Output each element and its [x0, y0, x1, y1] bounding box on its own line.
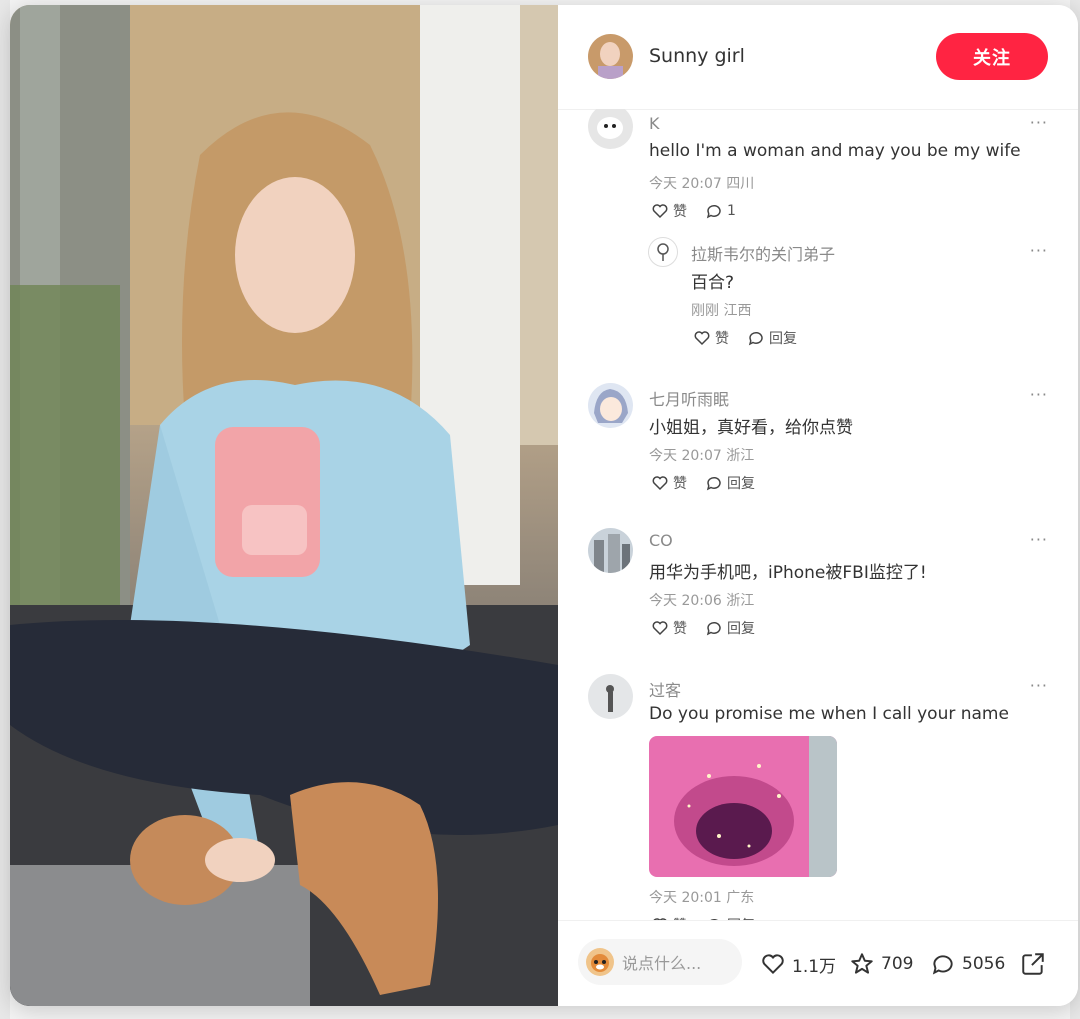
more-icon[interactable]: ···	[1030, 530, 1048, 549]
reply-action[interactable]: 回复	[747, 328, 797, 348]
share-icon	[1022, 953, 1044, 975]
comment-meta: 今天 20:01 广东	[649, 890, 755, 906]
heart-icon	[652, 476, 668, 491]
reply-text: 百合?	[691, 273, 735, 293]
wall-right	[520, 5, 558, 445]
star-icon	[851, 953, 873, 974]
more-icon[interactable]: ···	[1030, 385, 1048, 404]
heart-icon	[694, 331, 710, 346]
comment-username[interactable]: 七月听雨眠	[649, 386, 729, 410]
more-icon[interactable]: ···	[1030, 241, 1048, 260]
comment-icon	[706, 204, 721, 219]
reply-label: 回复	[727, 621, 755, 637]
engagement-bar: 说点什么... 1.1万 709 5056	[558, 920, 1078, 1006]
collect-button[interactable]: 709	[849, 951, 913, 977]
reply-action[interactable]: 回复	[705, 473, 755, 493]
comment-icon	[748, 331, 763, 346]
like-action[interactable]: 赞	[651, 473, 687, 493]
avatar-image	[657, 243, 669, 261]
like-action[interactable]: 赞	[651, 201, 687, 221]
comment-text: 小姐姐，真好看，给你点赞	[649, 418, 853, 438]
like-count: 1.1万	[792, 956, 837, 977]
comment-actions: 赞 回复	[651, 473, 755, 493]
more-icon[interactable]: ···	[1030, 676, 1048, 695]
comment-image[interactable]	[649, 736, 837, 877]
reply-avatar[interactable]	[648, 237, 678, 267]
reply-action[interactable]: 回复	[705, 618, 755, 638]
comment-input[interactable]: 说点什么...	[578, 939, 742, 985]
comment-actions: 赞 1	[651, 201, 736, 221]
reply-action[interactable]: 1	[705, 202, 736, 220]
like-button[interactable]: 1.1万	[760, 951, 836, 977]
follow-button[interactable]: 关注	[936, 33, 1048, 80]
background-feed-edge	[0, 0, 10, 1019]
share-button[interactable]	[1020, 951, 1046, 977]
comment-avatar[interactable]	[588, 109, 633, 149]
user-avatar	[586, 948, 614, 976]
reply-label: 回复	[769, 331, 797, 347]
comment-avatar[interactable]	[588, 528, 633, 573]
comment-list: K ··· hello I'm a woman and may you be m…	[558, 109, 1078, 921]
like-label: 赞	[673, 476, 687, 492]
avatar-image	[588, 383, 633, 428]
comment-meta: 今天 20:07 浙江	[649, 448, 755, 464]
reply-label: 1	[727, 203, 736, 219]
comment-username[interactable]: 过客	[649, 677, 681, 701]
comment-meta: 今天 20:06 浙江	[649, 593, 755, 609]
reply-label: 回复	[727, 476, 755, 492]
comment-button[interactable]: 5056	[930, 951, 1005, 977]
avatar-image	[588, 674, 633, 719]
like-label: 赞	[673, 204, 687, 220]
reply-actions: 赞 回复	[693, 328, 797, 348]
comment-avatar[interactable]	[588, 383, 633, 428]
author-header: Sunny girl 关注	[558, 5, 1078, 110]
comment-avatar[interactable]	[588, 674, 633, 719]
comment-input-placeholder: 说点什么...	[622, 954, 702, 973]
comment-text: 用华为手机吧，iPhone被FBI监控了!	[649, 563, 927, 583]
avatar-image	[588, 109, 633, 149]
phone-grip	[242, 505, 307, 555]
reply-username[interactable]: 拉斯韦尔的关门弟子	[691, 241, 835, 265]
comment-icon	[706, 621, 721, 636]
author-avatar[interactable]	[588, 34, 633, 79]
like-action[interactable]: 赞	[693, 328, 729, 348]
comment-username[interactable]: K	[649, 114, 660, 133]
reply-meta: 刚刚 江西	[691, 303, 752, 319]
note-photo[interactable]	[10, 5, 558, 1006]
collect-count: 709	[881, 954, 914, 974]
note-detail-modal: Sunny girl 关注 K ··· hello I'm a woman an…	[10, 5, 1078, 1006]
comment-actions: 赞 回复	[651, 618, 755, 638]
like-label: 赞	[673, 621, 687, 637]
heart-icon	[652, 204, 668, 219]
avatar-image	[586, 948, 614, 976]
comment-username[interactable]: CO	[649, 531, 673, 550]
outdoor-greenery	[10, 285, 120, 615]
author-name[interactable]: Sunny girl	[649, 45, 745, 67]
comment-count: 5056	[962, 954, 1006, 974]
comment-text: Do you promise me when I call your name	[649, 704, 1009, 724]
comment-meta: 今天 20:07 四川	[649, 176, 755, 192]
comment-panel: Sunny girl 关注 K ··· hello I'm a woman an…	[558, 5, 1078, 1006]
like-label: 赞	[715, 331, 729, 347]
more-icon[interactable]: ···	[1030, 113, 1048, 132]
comment-icon	[706, 476, 721, 491]
face	[235, 177, 355, 333]
comment-text: hello I'm a woman and may you be my wife	[649, 141, 1021, 161]
avatar-image	[588, 34, 633, 79]
comment-icon	[932, 955, 953, 975]
sparkle-image	[649, 736, 837, 877]
heart-icon	[762, 954, 784, 975]
heart-icon	[652, 621, 668, 636]
hands	[205, 838, 275, 882]
avatar-image	[588, 528, 633, 573]
photo-illustration	[10, 5, 558, 1006]
like-action[interactable]: 赞	[651, 618, 687, 638]
